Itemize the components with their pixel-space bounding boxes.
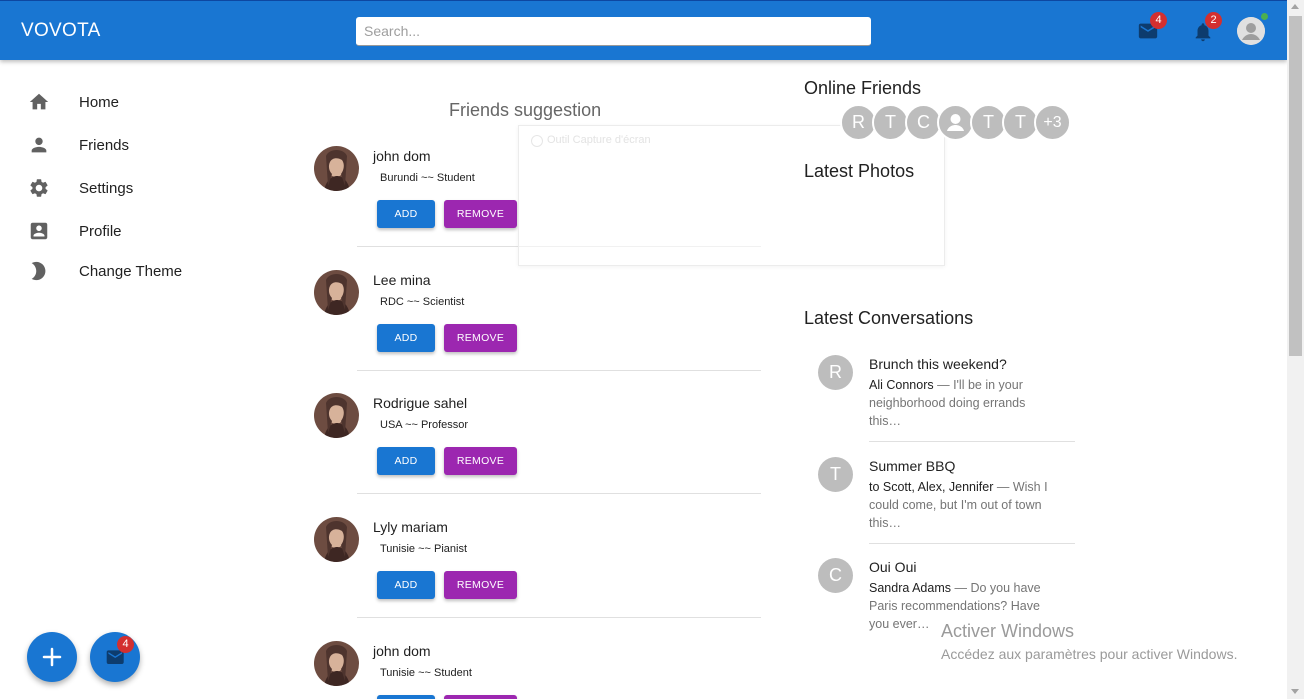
scrollbar-thumb[interactable] <box>1289 16 1302 356</box>
gear-icon <box>30 179 48 197</box>
friend-suggestion-item: Lee mina RDC ~~ Scientist ADD REMOVE <box>314 270 761 394</box>
conversation-title: Oui Oui <box>869 559 917 575</box>
add-friend-button[interactable]: ADD <box>377 200 435 228</box>
mail-button[interactable]: 4 <box>1137 12 1167 43</box>
friend-subtitle: Tunisie ~~ Pianist <box>380 543 468 555</box>
conversation-sender: Sandra Adams <box>869 581 951 595</box>
search-input[interactable] <box>356 17 871 46</box>
friend-name[interactable]: john dom <box>373 643 431 659</box>
remove-friend-button[interactable]: REMOVE <box>444 695 517 699</box>
add-friend-button[interactable]: ADD <box>377 695 435 699</box>
messages-fab-badge: 4 <box>117 636 134 653</box>
conversation-preview: Ali Connors — I'll be in your neighborho… <box>869 376 1059 430</box>
app-bar: VOVOTA 4 2 <box>0 0 1287 60</box>
conversation-avatar: C <box>818 558 853 593</box>
friend-avatar[interactable] <box>314 146 359 191</box>
friend-name[interactable]: Rodrigue sahel <box>373 395 467 411</box>
remove-friend-button[interactable]: REMOVE <box>444 324 517 352</box>
moon-icon <box>31 261 46 281</box>
friend-avatar[interactable] <box>314 641 359 686</box>
latest-photos-title: Latest Photos <box>804 161 915 181</box>
conversation-title: Brunch this weekend? <box>869 356 1007 372</box>
friend-subtitle: Burundi ~~ Student <box>380 172 475 184</box>
conversation-item[interactable]: T Summer BBQ to Scott, Alex, Jennifer — … <box>818 457 1075 544</box>
add-friend-button[interactable]: ADD <box>377 447 435 475</box>
friend-avatar[interactable] <box>314 270 359 315</box>
online-friends-title: Online Friends <box>804 78 922 98</box>
friend-name[interactable]: john dom <box>373 148 431 164</box>
conversation-avatar: R <box>818 355 853 390</box>
scroll-up-arrow-icon[interactable] <box>1291 4 1299 9</box>
sidebar-item-label: Profile <box>79 223 122 240</box>
friend-subtitle: RDC ~~ Scientist <box>380 296 465 308</box>
remove-friend-button[interactable]: REMOVE <box>444 200 517 228</box>
friend-photo-icon <box>314 641 359 686</box>
remove-friend-button[interactable]: REMOVE <box>444 571 517 599</box>
account-box-icon <box>30 222 48 240</box>
friend-photo-icon <box>314 146 359 191</box>
sidebar-item-label: Change Theme <box>79 263 183 280</box>
friend-subtitle: Tunisie ~~ Student <box>380 667 472 679</box>
sidebar-item-settings[interactable]: Settings <box>28 173 248 203</box>
conversation-title: Summer BBQ <box>869 458 956 474</box>
friend-suggestion-item: Rodrigue sahel USA ~~ Professor ADD REMO… <box>314 393 761 517</box>
conversation-preview: to Scott, Alex, Jennifer — Wish I could … <box>869 478 1059 532</box>
add-fab-button[interactable] <box>27 632 77 682</box>
sidebar-item-friends[interactable]: Friends <box>28 130 248 160</box>
add-friend-button[interactable]: ADD <box>377 571 435 599</box>
conversation-item[interactable]: R Brunch this weekend? Ali Connors — I'l… <box>818 355 1075 442</box>
friend-suggestion-item: john dom Tunisie ~~ Student ADD REMOVE <box>314 641 761 699</box>
friend-photo-icon <box>314 270 359 315</box>
conversation-avatar: T <box>818 457 853 492</box>
sidebar-item-profile[interactable]: Profile <box>28 216 248 246</box>
friend-photo-icon <box>314 393 359 438</box>
sidebar-item-label: Settings <box>79 180 134 197</box>
sidebar-item-change-theme[interactable]: Change Theme <box>28 256 248 286</box>
home-icon <box>29 93 49 110</box>
person-icon <box>947 114 964 131</box>
plus-icon <box>42 647 62 667</box>
friends-suggestion-title: Friends suggestion <box>449 100 602 120</box>
capture-tool-icon <box>531 135 543 147</box>
messages-fab-button[interactable]: 4 <box>90 632 140 682</box>
divider <box>357 370 761 371</box>
divider <box>869 441 1075 442</box>
online-friend-avatar[interactable]: T <box>872 104 909 141</box>
notifications-badge: 2 <box>1205 12 1222 29</box>
divider <box>357 617 761 618</box>
conversation-sender: Ali Connors <box>869 378 934 392</box>
friend-name[interactable]: Lee mina <box>373 272 431 288</box>
user-avatar[interactable] <box>1237 17 1265 45</box>
watermark-title: Activer Windows <box>941 621 1075 641</box>
capture-tool-label: Outil Capture d'écran <box>547 134 651 146</box>
divider <box>869 543 1075 544</box>
friend-name[interactable]: Lyly mariam <box>373 519 448 535</box>
more-online-friends[interactable]: +3 <box>1034 104 1071 141</box>
watermark-subtitle: Accédez aux paramètres pour activer Wind… <box>941 646 1238 662</box>
remove-friend-button[interactable]: REMOVE <box>444 447 517 475</box>
friend-avatar[interactable] <box>314 517 359 562</box>
app-brand[interactable]: VOVOTA <box>21 20 101 42</box>
sidebar-item-label: Home <box>79 94 120 111</box>
friend-photo-icon <box>314 517 359 562</box>
conversation-sender: to Scott, Alex, Jennifer <box>869 480 994 494</box>
divider <box>357 493 761 494</box>
latest-conversations-title: Latest Conversations <box>804 308 974 328</box>
add-friend-button[interactable]: ADD <box>377 324 435 352</box>
online-status-dot <box>1261 13 1268 20</box>
mail-badge: 4 <box>1150 12 1167 29</box>
account-icon <box>1237 17 1265 45</box>
scroll-down-arrow-icon[interactable] <box>1291 689 1299 694</box>
online-friend-avatar[interactable] <box>937 104 974 141</box>
sidebar-item-label: Friends <box>79 137 130 154</box>
friend-subtitle: USA ~~ Professor <box>380 419 469 431</box>
person-icon <box>31 137 47 153</box>
friend-avatar[interactable] <box>314 393 359 438</box>
friend-suggestion-item: Lyly mariam Tunisie ~~ Pianist ADD REMOV… <box>314 517 761 641</box>
capture-tool-overlay: Outil Capture d'écran <box>518 125 945 266</box>
windows-activation-watermark: Activer Windows Accédez aux paramètres p… <box>941 621 1237 662</box>
sidebar-item-home[interactable]: Home <box>28 87 248 117</box>
notifications-button[interactable]: 2 <box>1192 12 1222 43</box>
